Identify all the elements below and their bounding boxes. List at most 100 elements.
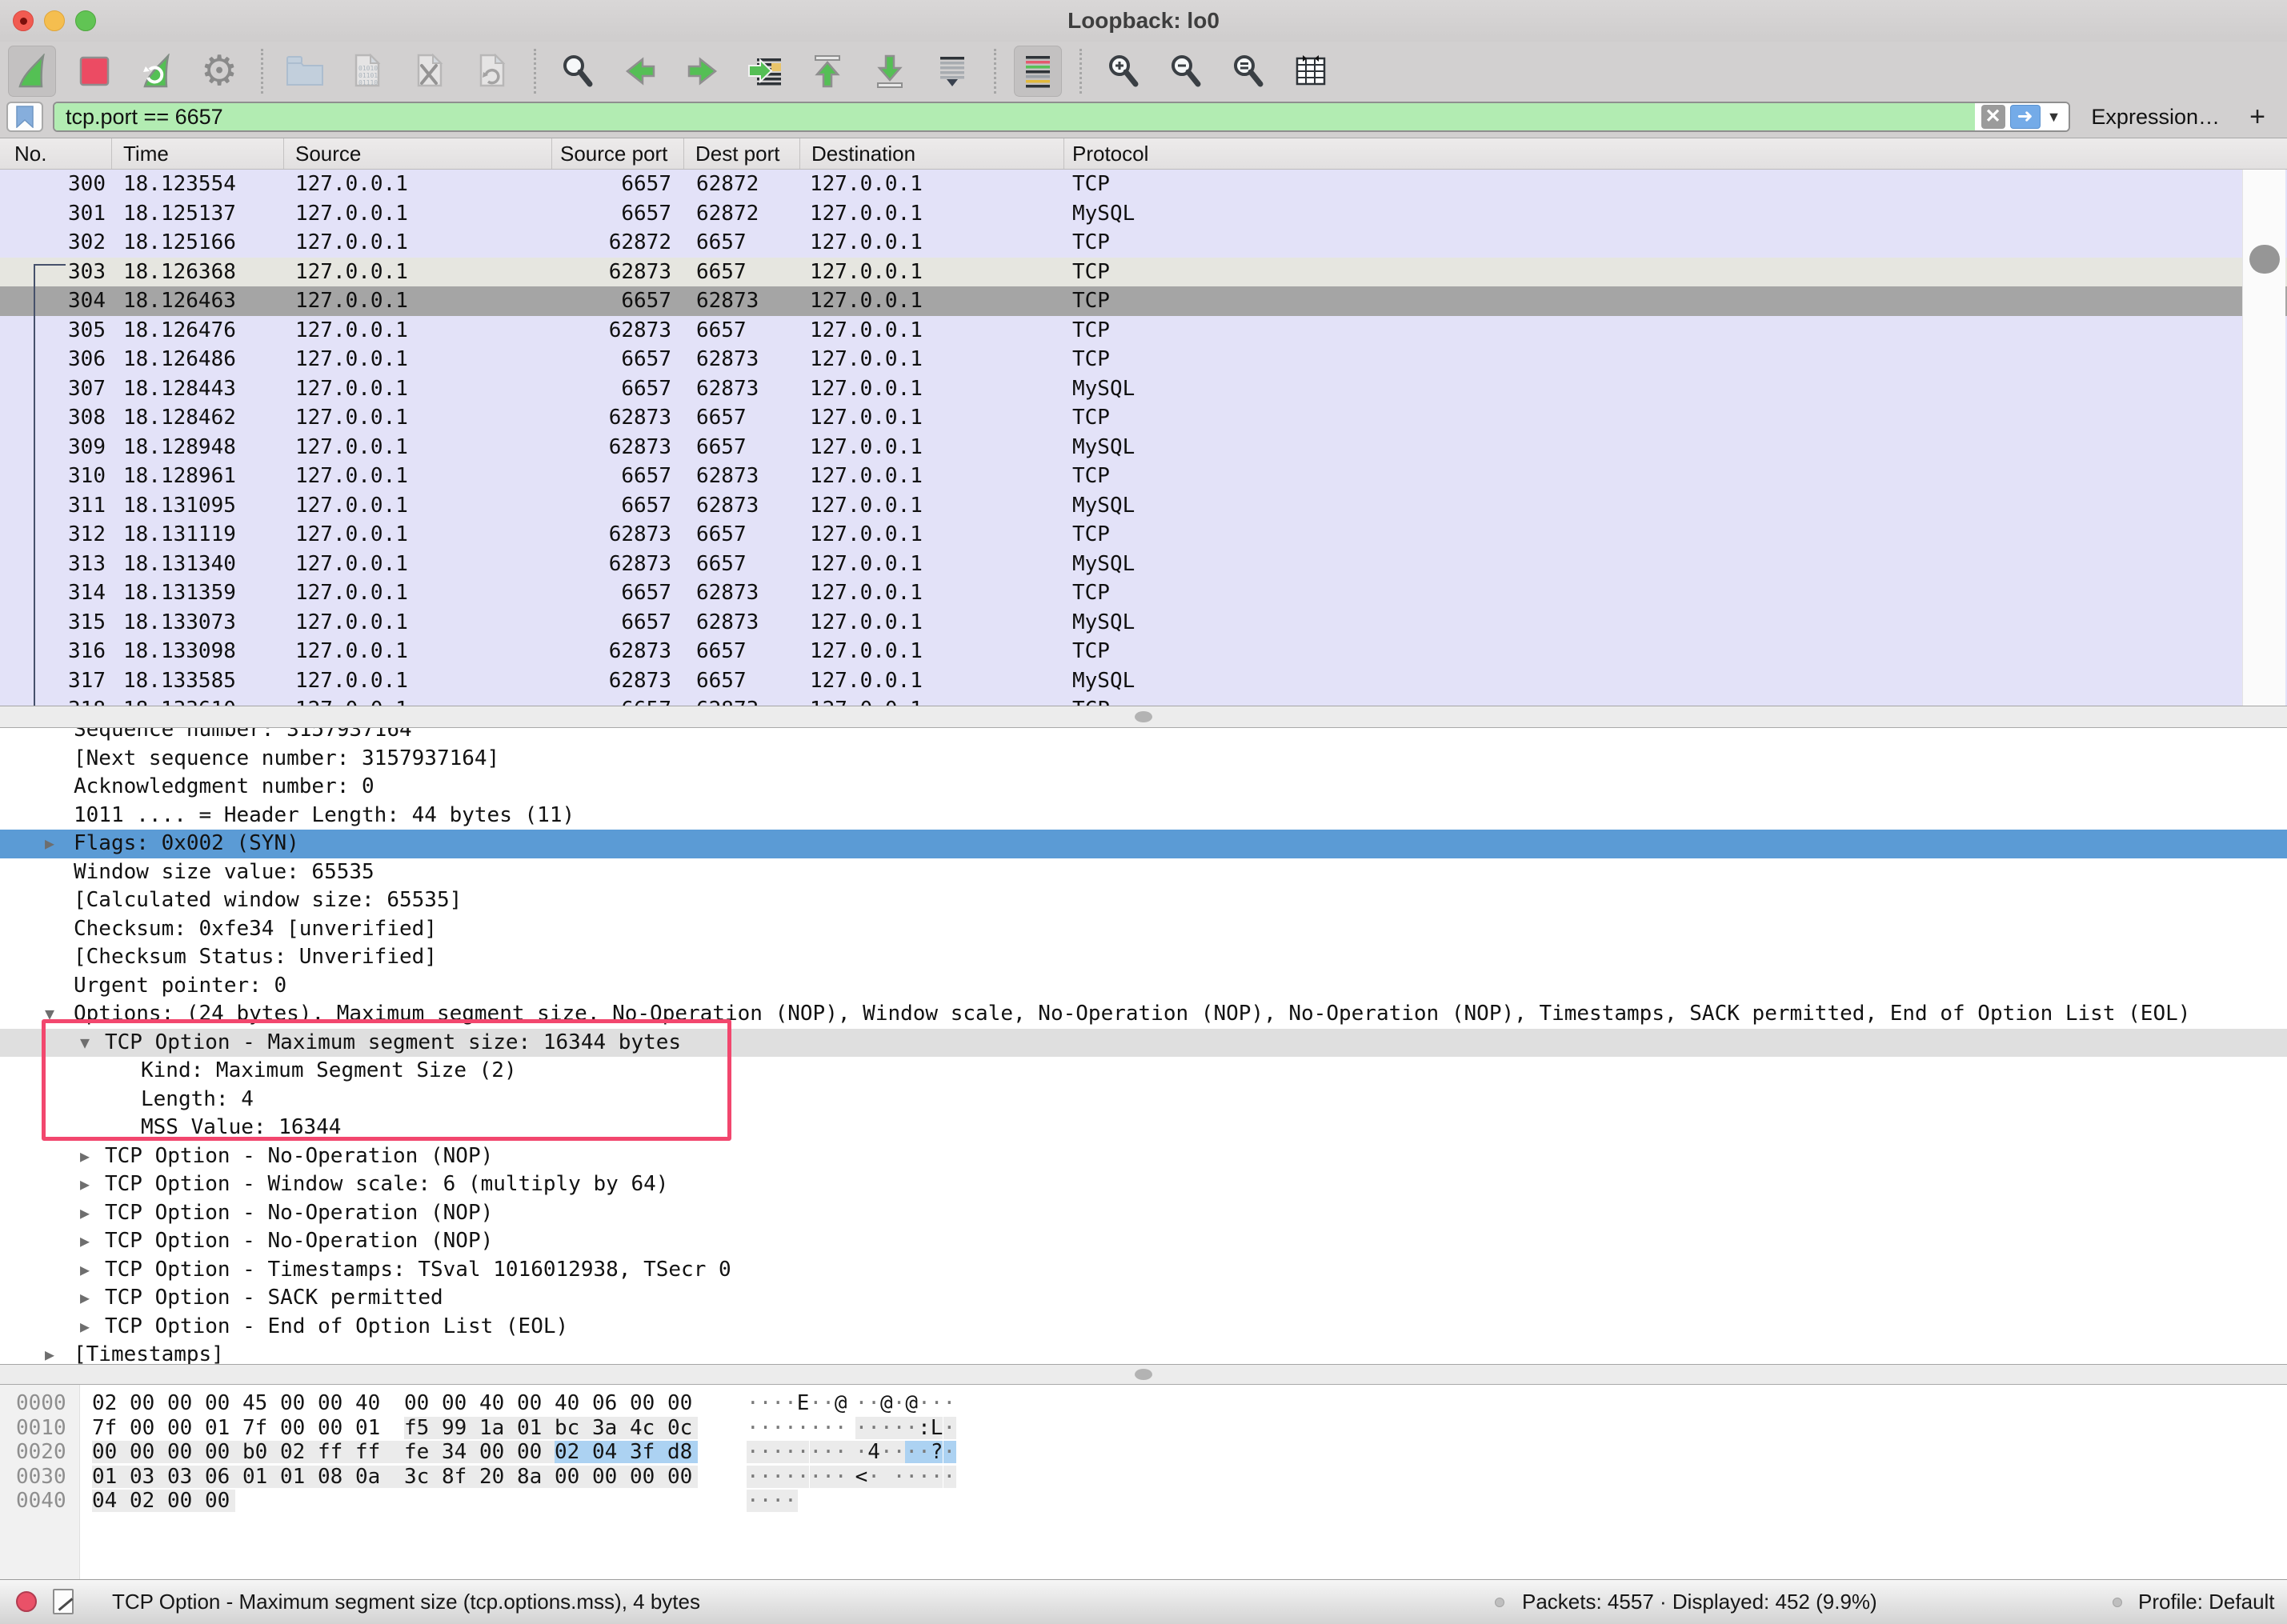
expert-info-icon[interactable] <box>16 1591 37 1612</box>
hex-byte[interactable]: 00 <box>130 1440 154 1465</box>
ascii-char[interactable]: · <box>810 1416 823 1441</box>
hex-byte[interactable]: 4c <box>630 1416 655 1441</box>
ascii-char[interactable]: · <box>759 1416 772 1441</box>
splitter-grip-icon[interactable] <box>1135 711 1152 722</box>
ascii-char[interactable]: · <box>855 1416 868 1441</box>
hex-byte[interactable]: 3f <box>630 1440 655 1465</box>
packet-list-scrollbar[interactable] <box>2242 170 2285 706</box>
hex-byte[interactable]: 08 <box>318 1465 342 1490</box>
zoom-in-icon[interactable] <box>1099 46 1148 97</box>
capture-start-icon[interactable] <box>8 46 56 97</box>
hex-byte[interactable]: 00 <box>205 1440 230 1465</box>
packet-row[interactable]: 30618.126486127.0.0.1665762873127.0.0.1T… <box>0 345 2287 374</box>
auto-scroll-icon[interactable] <box>928 46 976 97</box>
ascii-char[interactable]: · <box>747 1416 759 1441</box>
ascii-char[interactable]: · <box>810 1391 823 1416</box>
detail-line[interactable]: ▶TCP Option - SACK permitted <box>0 1284 2287 1313</box>
hex-byte[interactable]: b0 <box>242 1440 267 1465</box>
ascii-char[interactable]: · <box>855 1440 868 1465</box>
hex-byte[interactable]: 8f <box>442 1465 467 1490</box>
detail-line[interactable]: Acknowledgment number: 0 <box>0 773 2287 802</box>
hex-byte[interactable]: 00 <box>167 1489 192 1514</box>
packet-row[interactable]: 31518.133073127.0.0.1665762873127.0.0.1M… <box>0 608 2287 638</box>
hex-byte[interactable]: 01 <box>355 1416 380 1441</box>
hex-byte[interactable]: 06 <box>205 1465 230 1490</box>
ascii-char[interactable]: · <box>893 1465 906 1490</box>
hex-byte[interactable]: 01 <box>205 1416 230 1441</box>
hex-byte[interactable]: 00 <box>517 1440 542 1465</box>
ascii-char[interactable]: · <box>810 1465 823 1490</box>
hex-byte[interactable]: 0a <box>355 1465 380 1490</box>
ascii-char[interactable]: · <box>835 1416 847 1441</box>
hex-byte[interactable]: 01 <box>280 1465 305 1490</box>
detail-line[interactable]: ▶TCP Option - End of Option List (EOL) <box>0 1313 2287 1342</box>
expand-arrow-icon[interactable]: ▶ <box>80 1199 90 1228</box>
hex-byte[interactable]: 02 <box>280 1440 305 1465</box>
ascii-char[interactable]: · <box>893 1440 906 1465</box>
detail-line[interactable]: Urgent pointer: 0 <box>0 972 2287 1001</box>
packet-row[interactable]: 31218.131119127.0.0.1628736657127.0.0.1T… <box>0 520 2287 550</box>
expand-arrow-icon[interactable]: ▶ <box>45 830 54 858</box>
detail-line[interactable]: Checksum: 0xfe34 [unverified] <box>0 915 2287 944</box>
filter-bookmark-button[interactable] <box>6 102 43 132</box>
ascii-char[interactable]: · <box>759 1489 772 1514</box>
detail-line[interactable]: 1011 .... = Header Length: 44 bytes (11) <box>0 802 2287 830</box>
ascii-char[interactable]: · <box>771 1440 784 1465</box>
hex-byte[interactable]: ff <box>318 1440 342 1465</box>
hex-byte[interactable]: 00 <box>442 1391 467 1416</box>
packet-row[interactable]: 30218.125166127.0.0.1628726657127.0.0.1T… <box>0 228 2287 258</box>
go-last-packet-icon[interactable] <box>866 46 914 97</box>
ascii-char[interactable]: · <box>880 1440 893 1465</box>
ascii-char[interactable]: · <box>835 1465 847 1490</box>
ascii-char[interactable]: · <box>918 1465 931 1490</box>
go-to-packet-icon[interactable] <box>741 46 789 97</box>
ascii-char[interactable]: · <box>943 1391 956 1416</box>
capture-stop-icon[interactable] <box>70 46 118 97</box>
detail-line[interactable]: [Calculated window size: 65535] <box>0 886 2287 915</box>
hex-row[interactable]: 00107f·00·00·01·7f·00·00·01·f5·99·1a·01·… <box>0 1416 2287 1441</box>
ascii-char[interactable]: · <box>747 1465 759 1490</box>
ascii-char[interactable]: · <box>918 1440 931 1465</box>
ascii-char[interactable]: · <box>943 1416 956 1441</box>
pane-splitter-top[interactable] <box>0 706 2287 728</box>
ascii-char[interactable]: · <box>855 1391 868 1416</box>
zoom-out-icon[interactable] <box>1162 46 1210 97</box>
hex-byte[interactable]: 7f <box>242 1416 267 1441</box>
hex-byte[interactable]: 3a <box>592 1416 617 1441</box>
pane-splitter-bottom[interactable] <box>0 1364 2287 1385</box>
expand-arrow-icon[interactable]: ▶ <box>80 1284 90 1313</box>
column-header-time[interactable]: Time <box>112 138 284 169</box>
go-back-icon[interactable] <box>616 46 664 97</box>
ascii-char[interactable]: · <box>747 1440 759 1465</box>
hex-byte[interactable]: 99 <box>442 1416 467 1441</box>
filter-apply-button[interactable]: ➜ <box>2010 105 2041 129</box>
hex-byte[interactable]: 00 <box>130 1416 154 1441</box>
hex-byte[interactable]: 01 <box>92 1465 117 1490</box>
ascii-char[interactable]: · <box>747 1391 759 1416</box>
hex-byte[interactable]: 20 <box>479 1465 504 1490</box>
ascii-char[interactable]: · <box>905 1416 918 1441</box>
ascii-char[interactable]: · <box>867 1416 880 1441</box>
detail-line[interactable]: ▼TCP Option - Maximum segment size: 1634… <box>0 1029 2287 1058</box>
detail-line[interactable]: Kind: Maximum Segment Size (2) <box>0 1057 2287 1086</box>
ascii-char[interactable]: · <box>759 1391 772 1416</box>
packet-row[interactable]: 31618.133098127.0.0.1628736657127.0.0.1T… <box>0 637 2287 666</box>
hex-row[interactable]: 004004·02·00·00· <box>0 1489 2287 1514</box>
detail-line[interactable]: ▶Flags: 0x002 (SYN) <box>0 830 2287 858</box>
detail-line[interactable]: Window size value: 65535 <box>0 858 2287 887</box>
column-header-dest-port[interactable]: Dest port <box>684 138 800 169</box>
hex-row[interactable]: 002000·00·00·00·b0·02·ff·ff·fe·34400·00·… <box>0 1440 2287 1465</box>
hex-byte[interactable]: 00 <box>167 1440 192 1465</box>
hex-byte[interactable]: 03 <box>167 1465 192 1490</box>
ascii-char[interactable]: · <box>784 1391 797 1416</box>
ascii-char[interactable]: · <box>943 1465 956 1490</box>
hex-byte[interactable]: 00 <box>318 1416 342 1441</box>
ascii-char[interactable]: @ <box>880 1391 893 1416</box>
hex-byte[interactable]: 00 <box>592 1465 617 1490</box>
ascii-char[interactable]: · <box>822 1440 835 1465</box>
hex-byte[interactable]: 1a <box>479 1416 504 1441</box>
detail-line[interactable]: ▶TCP Option - No-Operation (NOP) <box>0 1142 2287 1171</box>
packet-row[interactable]: 31318.131340127.0.0.1628736657127.0.0.1M… <box>0 550 2287 579</box>
ascii-char[interactable]: · <box>835 1440 847 1465</box>
add-filter-button[interactable]: + <box>2244 102 2271 133</box>
